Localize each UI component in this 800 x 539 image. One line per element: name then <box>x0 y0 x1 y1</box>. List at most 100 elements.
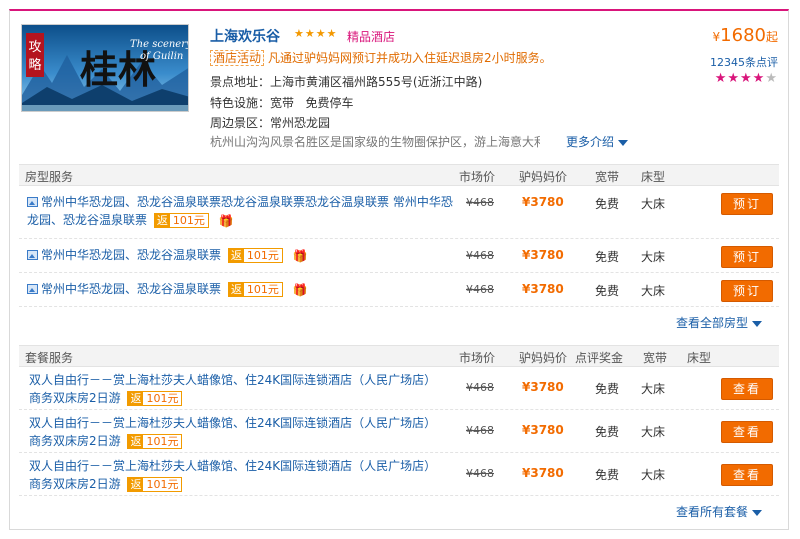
hotel-card: 攻 略 桂林 The scenery of Guilin 上海欢乐谷 ★★★★ … <box>9 9 789 530</box>
cashback-value: 101元 <box>143 478 182 491</box>
view-all-rooms-link[interactable]: 查看全部房型 <box>676 314 763 331</box>
bonus-value: 免费 <box>595 382 620 396</box>
package-row: 双人自由行－－赏上海杜莎夫人蜡像馆、住24K国际连锁酒店（人民广场店）商务双床房… <box>19 454 779 496</box>
promo-tag: 酒店活动 <box>210 50 265 66</box>
market-price: ¥468 <box>466 467 494 480</box>
bonus-value: 免费 <box>595 468 620 482</box>
cashback-value: 101元 <box>143 392 182 405</box>
cashback-label: 返 <box>228 249 244 262</box>
packages-col-market: 市场价 <box>459 351 496 365</box>
hotel-description: 杭州山沟沟风景名胜区是国家级的生物圈保护区，游上海意大利 <box>210 135 540 149</box>
cashback-label: 返 <box>128 478 144 491</box>
cashback-value: 101元 <box>243 283 282 296</box>
package-row: 双人自由行－－赏上海杜莎夫人蜡像馆、住24K国际连锁酒店（人民广场店）商务双床房… <box>19 368 779 410</box>
gift-icon[interactable]: 🎁 <box>293 281 308 299</box>
promo-line: 酒店活动 凡通过驴妈妈网预订并成功入住延迟退房2小时服务。 <box>210 49 552 66</box>
picture-icon <box>27 197 38 207</box>
package-name-cell: 双人自由行－－赏上海杜莎夫人蜡像馆、住24K国际连锁酒店（人民广场店）商务双床房… <box>27 371 447 407</box>
cashback-label: 返 <box>128 392 144 405</box>
price-suffix: 起 <box>765 30 778 44</box>
cashback-badge: 返 101元 <box>227 248 283 263</box>
market-price: ¥468 <box>466 283 494 296</box>
market-price: ¥468 <box>466 196 494 209</box>
rooms-col-market: 市场价 <box>459 170 496 184</box>
packages-col-bed: 床型 <box>687 351 712 365</box>
cashback-value: 101元 <box>169 214 208 227</box>
cashback-badge: 返 101元 <box>153 213 209 228</box>
cashback-badge: 返 101元 <box>127 391 183 406</box>
cashback-badge: 返 101元 <box>127 477 183 492</box>
bed-type: 大床 <box>641 468 666 482</box>
rooms-col-service: 房型服务 <box>25 170 74 184</box>
package-name-link[interactable]: 双人自由行－－赏上海杜莎夫人蜡像馆、住24K国际连锁酒店（人民广场店）商务双床房… <box>29 459 436 491</box>
room-name-cell: 常州中华恐龙园、恐龙谷温泉联票恐龙谷温泉联票恐龙谷温泉联票 常州中华恐龙园、恐龙… <box>27 193 457 230</box>
package-name-cell: 双人自由行－－赏上海杜莎夫人蜡像馆、住24K国际连锁酒店（人民广场店）商务双床房… <box>27 414 447 450</box>
bed-type: 大床 <box>641 250 666 264</box>
lvmama-price: ¥3780 <box>522 248 564 262</box>
room-name-cell: 常州中华恐龙园、恐龙谷温泉联票 返 101元 🎁 <box>27 280 457 299</box>
cashback-value: 101元 <box>143 435 182 448</box>
chevron-down-icon <box>618 139 629 146</box>
room-row: 常州中华恐龙园、恐龙谷温泉联票恐龙谷温泉联票恐龙谷温泉联票 常州中华恐龙园、恐龙… <box>19 187 779 239</box>
packages-col-bonus: 点评奖金 <box>575 351 624 365</box>
room-name-link[interactable]: 常州中华恐龙园、恐龙谷温泉联票 <box>41 248 221 262</box>
view-button[interactable]: 查看 <box>721 464 773 486</box>
packages-col-lvmama: 驴妈妈价 <box>519 351 568 365</box>
reviews-link[interactable]: 12345条点评 <box>710 54 778 70</box>
image-text-en-2: of Guilin <box>140 51 183 62</box>
hotel-thumbnail[interactable]: 攻 略 桂林 The scenery of Guilin <box>21 24 189 112</box>
lvmama-price: ¥3780 <box>522 195 564 209</box>
package-name-link[interactable]: 双人自由行－－赏上海杜莎夫人蜡像馆、住24K国际连锁酒店（人民广场店）商务双床房… <box>29 373 436 405</box>
room-row: 常州中华恐龙园、恐龙谷温泉联票 返 101元 🎁 ¥468 ¥3780 免费 大床… <box>19 274 779 307</box>
rooms-col-bed: 床型 <box>641 170 666 184</box>
rating-stars-filled: ★★★★ <box>714 71 766 86</box>
guilin-scenery-image: 攻 略 桂林 The scenery of Guilin <box>22 25 188 111</box>
facilities-label: 特色设施： <box>210 96 271 110</box>
bed-type: 大床 <box>641 197 666 211</box>
more-intro-link[interactable]: 更多介绍 <box>566 133 629 150</box>
hotel-star-rating: ★★★★ <box>294 27 338 40</box>
hotel-name-link[interactable]: 上海欢乐谷 <box>210 26 280 46</box>
packages-col-service: 套餐服务 <box>25 351 74 365</box>
market-price: ¥468 <box>466 424 494 437</box>
view-button[interactable]: 查看 <box>721 378 773 400</box>
image-text-vertical-2: 略 <box>28 57 41 73</box>
room-row: 常州中华恐龙园、恐龙谷温泉联票 返 101元 🎁 ¥468 ¥3780 免费 大床… <box>19 240 779 273</box>
rooms-col-broadband: 宽带 <box>595 170 620 184</box>
view-all-packages-link[interactable]: 查看所有套餐 <box>676 503 763 520</box>
book-button[interactable]: 预订 <box>721 193 773 215</box>
view-all-rooms-label: 查看全部房型 <box>676 316 749 330</box>
package-name-cell: 双人自由行－－赏上海杜莎夫人蜡像馆、住24K国际连锁酒店（人民广场店）商务双床房… <box>27 457 447 493</box>
more-intro-label: 更多介绍 <box>566 135 615 149</box>
facilities-line: 特色设施：宽带 免费停车 <box>210 94 353 111</box>
bed-type: 大床 <box>641 425 666 439</box>
room-name-link[interactable]: 常州中华恐龙园、恐龙谷温泉联票恐龙谷温泉联票恐龙谷温泉联票 常州中华恐龙园、恐龙… <box>27 195 453 227</box>
hotel-level-label: 精品酒店 <box>347 30 396 44</box>
rooms-header: 房型服务 市场价 驴妈妈价 宽带 床型 <box>19 164 779 186</box>
book-button[interactable]: 预订 <box>721 246 773 268</box>
cashback-label: 返 <box>128 435 144 448</box>
image-text-vertical-1: 攻 <box>28 40 41 55</box>
broadband-value: 免费 <box>595 250 620 264</box>
rating-stars-empty: ★ <box>765 71 778 86</box>
cashback-label: 返 <box>154 214 170 227</box>
cashback-badge: 返 101元 <box>127 434 183 449</box>
picture-icon <box>27 284 38 294</box>
bed-type: 大床 <box>641 284 666 298</box>
package-name-link[interactable]: 双人自由行－－赏上海杜莎夫人蜡像馆、住24K国际连锁酒店（人民广场店）商务双床房… <box>29 416 436 448</box>
room-name-link[interactable]: 常州中华恐龙园、恐龙谷温泉联票 <box>41 282 221 296</box>
gift-icon[interactable]: 🎁 <box>293 247 308 265</box>
bed-type: 大床 <box>641 382 666 396</box>
promo-text: 凡通过驴妈妈网预订并成功入住延迟退房2小时服务。 <box>268 51 552 65</box>
packages-col-broadband: 宽带 <box>643 351 668 365</box>
gift-icon[interactable]: 🎁 <box>219 212 234 230</box>
bonus-value: 免费 <box>595 425 620 439</box>
room-name-cell: 常州中华恐龙园、恐龙谷温泉联票 返 101元 🎁 <box>27 246 457 265</box>
broadband-value: 免费 <box>595 284 620 298</box>
cashback-label: 返 <box>228 283 244 296</box>
picture-icon <box>27 250 38 260</box>
book-button[interactable]: 预订 <box>721 280 773 302</box>
chevron-down-icon <box>752 320 763 327</box>
facilities-value: 宽带 免费停车 <box>270 96 354 110</box>
view-button[interactable]: 查看 <box>721 421 773 443</box>
